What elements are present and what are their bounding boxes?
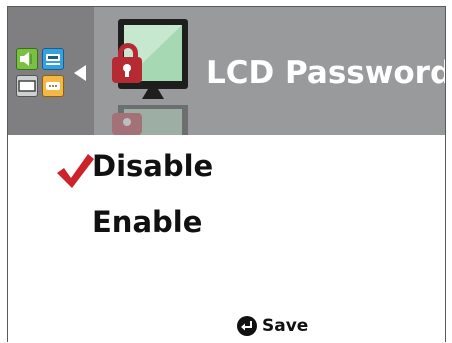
option-disable[interactable]: Disable	[92, 146, 213, 186]
back-arrow-icon[interactable]	[74, 65, 86, 81]
monitor-lock-icon	[112, 19, 188, 135]
menu-icon-group	[16, 48, 68, 102]
lcd-password-menu: LCD Password Disable Enable Save	[7, 6, 446, 342]
speaker-icon[interactable]	[16, 48, 38, 70]
page-title: LCD Password	[206, 55, 445, 91]
menu-side-panel	[8, 7, 94, 135]
header-bar: LCD Password	[8, 7, 445, 135]
checkmark-icon	[57, 154, 94, 188]
enter-key-icon	[237, 316, 257, 336]
option-enable[interactable]: Enable	[92, 202, 202, 242]
display-icon[interactable]	[16, 75, 38, 97]
vga-icon[interactable]	[42, 75, 64, 97]
save-button[interactable]: Save	[236, 314, 308, 338]
save-label: Save	[262, 316, 309, 336]
hdmi-icon[interactable]	[42, 48, 64, 70]
